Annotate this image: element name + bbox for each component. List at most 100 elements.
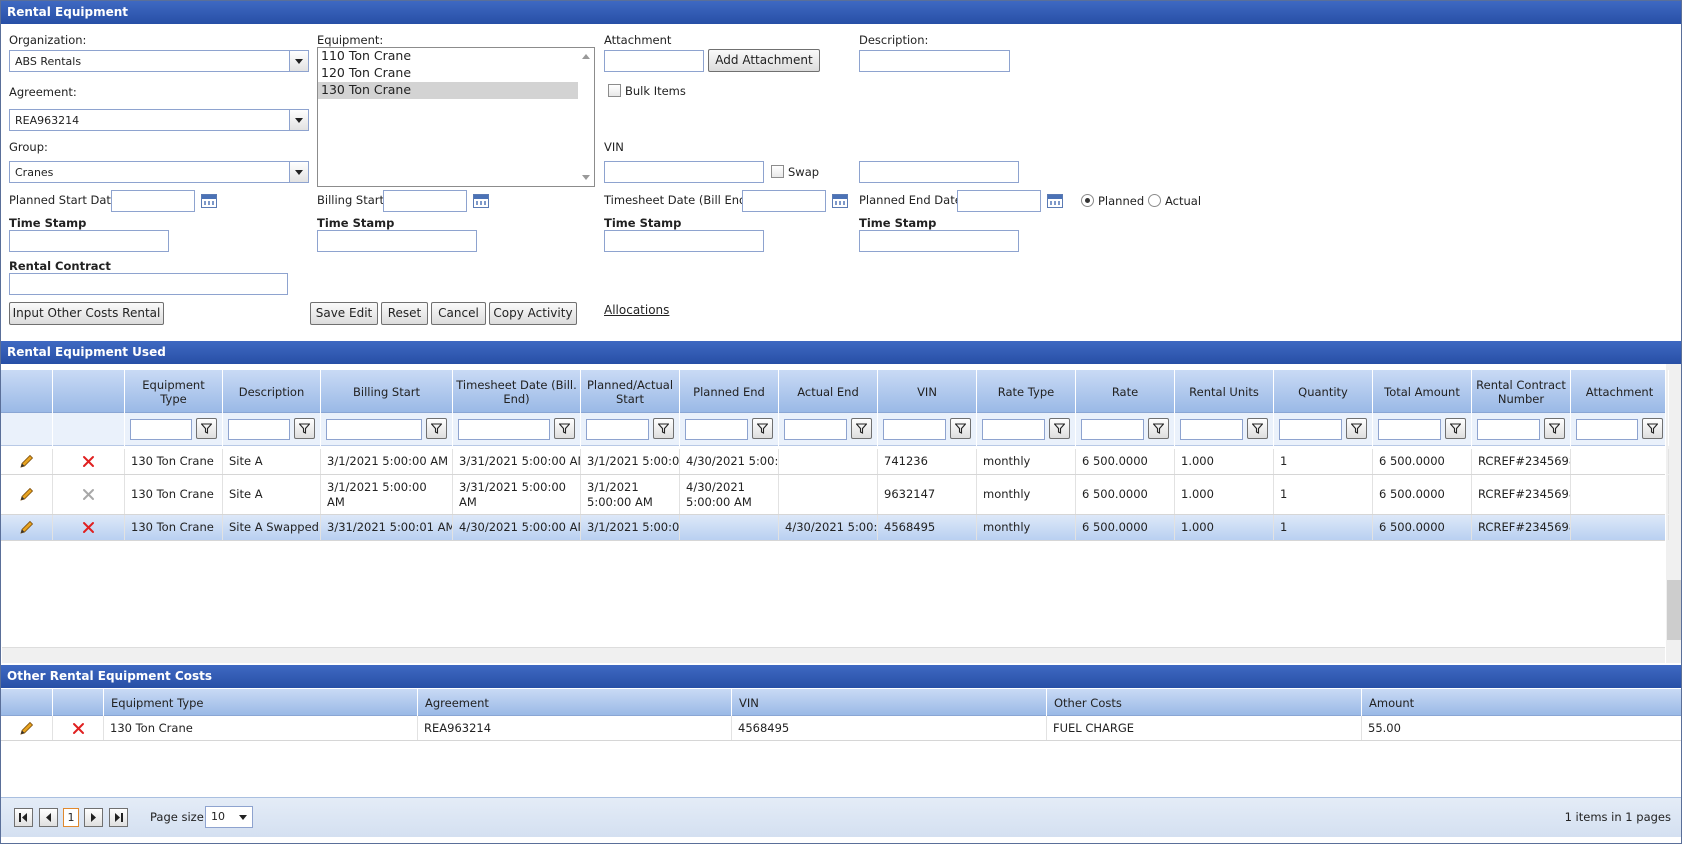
swap-vin-input[interactable] [859,161,1019,183]
calendar-icon[interactable] [473,194,489,208]
column-header[interactable]: Planned End [680,370,779,413]
column-header[interactable]: Rental Units [1175,370,1274,413]
filter-input[interactable] [1378,419,1441,440]
filter-input[interactable] [586,419,649,440]
filter-input[interactable] [130,419,192,440]
description-input[interactable] [859,50,1010,72]
delete-x-icon[interactable] [82,521,95,534]
organization-dropdown[interactable]: ABS Rentals [9,50,309,72]
filter-button[interactable] [294,418,315,439]
column-header[interactable]: Rate Type [977,370,1076,413]
chevron-down-icon[interactable] [289,51,308,71]
chevron-down-icon[interactable] [289,162,308,182]
filter-input[interactable] [326,419,422,440]
column-header[interactable]: Equipment Type [125,370,223,413]
calendar-icon[interactable] [1047,194,1063,208]
table-row[interactable]: 130 Ton Crane Site A 3/1/2021 5:00:00 AM 3/… [1,475,1669,515]
filter-button[interactable] [196,418,217,439]
allocations-link[interactable]: Allocations [604,303,669,317]
filter-input[interactable] [458,419,550,440]
column-header[interactable]: Other Costs [1047,689,1362,716]
rental-contract-input[interactable] [9,273,288,295]
filter-button[interactable] [1544,418,1565,439]
edit-pencil-icon[interactable] [19,520,34,535]
filter-input[interactable] [883,419,946,440]
filter-button[interactable] [554,418,575,439]
edit-pencil-icon[interactable] [19,487,34,502]
planned-end-input[interactable] [957,190,1041,212]
column-header[interactable]: VIN [732,689,1047,716]
column-header[interactable]: Attachment [1571,370,1669,413]
table-row[interactable]: 130 Ton Crane REA963214 4568495 FUEL CHARGE… [1,716,1681,741]
column-header[interactable]: Billing Start [321,370,453,413]
swap-checkbox[interactable] [771,165,784,178]
time-stamp-input[interactable] [859,230,1019,252]
column-header[interactable]: Planned/Actual Start [581,370,680,413]
current-page[interactable]: 1 [63,808,79,827]
time-stamp-input[interactable] [317,230,477,252]
filter-input[interactable] [982,419,1045,440]
billing-start-input[interactable] [383,190,467,212]
scroll-up-icon[interactable] [582,54,590,59]
filter-button[interactable] [1148,418,1169,439]
column-header[interactable]: VIN [878,370,977,413]
agreement-dropdown[interactable]: REA963214 [9,109,309,131]
filter-button[interactable] [1346,418,1367,439]
filter-input[interactable] [1576,419,1638,440]
filter-button[interactable] [1642,418,1663,439]
horizontal-scrollbar[interactable] [2,647,1665,663]
table-row[interactable]: 130 Ton Crane Site A Swapped E 3/31/2021 5… [1,515,1669,541]
group-dropdown[interactable]: Cranes [9,161,309,183]
bulk-items-checkbox[interactable] [608,84,621,97]
filter-input[interactable] [1180,419,1243,440]
edit-pencil-icon[interactable] [19,454,34,469]
scrollbar-thumb[interactable] [1667,580,1681,640]
equipment-listbox[interactable]: 110 Ton Crane 120 Ton Crane 130 Ton Cran… [317,47,595,187]
planned-start-input[interactable] [111,190,195,212]
filter-input[interactable] [784,419,847,440]
timesheet-date-input[interactable] [742,190,826,212]
delete-x-icon[interactable] [72,722,85,735]
calendar-icon[interactable] [201,194,217,208]
equipment-option-selected[interactable]: 130 Ton Crane [318,82,578,99]
column-header[interactable]: Equipment Type [104,689,418,716]
delete-x-icon[interactable] [82,455,95,468]
column-header[interactable]: Description [223,370,321,413]
next-page-button[interactable] [84,808,103,827]
page-size-dropdown[interactable]: 10 [205,806,253,828]
add-attachment-button[interactable]: Add Attachment [708,49,820,72]
column-header[interactable]: Total Amount [1373,370,1472,413]
cancel-button[interactable]: Cancel [431,302,486,325]
column-header[interactable]: Agreement [418,689,732,716]
filter-button[interactable] [752,418,773,439]
copy-activity-button[interactable]: Copy Activity [489,302,577,325]
edit-pencil-icon[interactable] [19,721,34,736]
column-header[interactable]: Rental Contract Number [1472,370,1571,413]
filter-button[interactable] [1049,418,1070,439]
filter-input[interactable] [685,419,748,440]
vin-input[interactable] [604,161,764,183]
filter-input[interactable] [1081,419,1144,440]
filter-button[interactable] [1445,418,1466,439]
column-header[interactable]: Timesheet Date (Bill. End) [453,370,581,413]
attachment-input[interactable] [604,50,704,72]
table-row[interactable]: 130 Ton Crane Site A 3/1/2021 5:00:00 AM 3/… [1,449,1669,475]
column-header[interactable]: Rate [1076,370,1175,413]
equipment-option[interactable]: 110 Ton Crane [318,48,578,65]
reset-button[interactable]: Reset [381,302,428,325]
equipment-option[interactable]: 120 Ton Crane [318,65,578,82]
column-header[interactable]: Actual End [779,370,878,413]
calendar-icon[interactable] [832,194,848,208]
input-other-costs-button[interactable]: Input Other Costs Rental [9,302,164,325]
prev-page-button[interactable] [39,808,58,827]
filter-button[interactable] [851,418,872,439]
planned-radio[interactable] [1081,194,1094,207]
filter-button[interactable] [1247,418,1268,439]
actual-radio[interactable] [1148,194,1161,207]
listbox-scrollbar[interactable] [578,48,594,186]
column-header[interactable]: Quantity [1274,370,1373,413]
chevron-down-icon[interactable] [289,110,308,130]
delete-x-icon[interactable] [82,488,95,501]
filter-input[interactable] [228,419,290,440]
column-header[interactable]: Amount [1362,689,1681,716]
